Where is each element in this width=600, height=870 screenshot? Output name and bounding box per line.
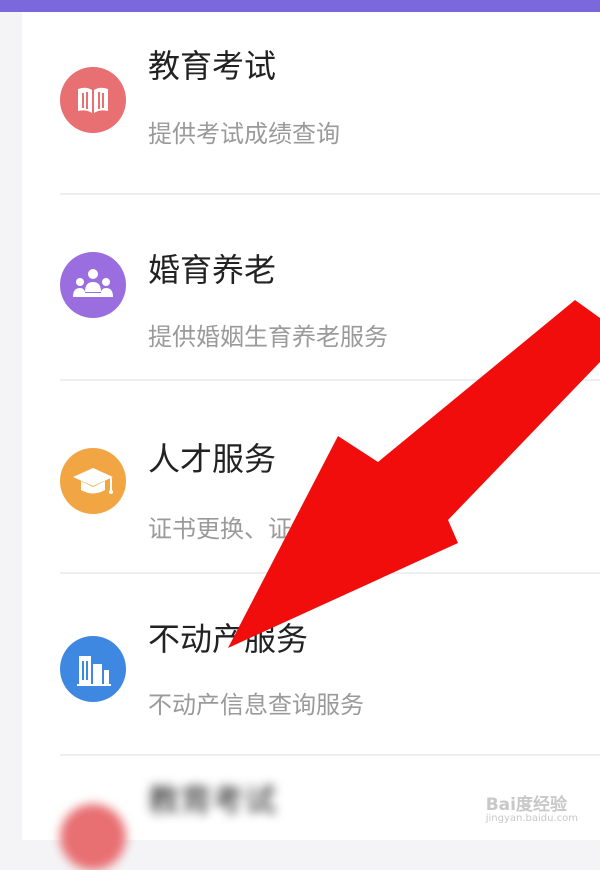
service-list: 教育考试 提供考试成绩查询 婚育养老 提供婚姻生育养老服务 人才服务 证书更换、… <box>22 12 600 870</box>
service-title: 人才服务 <box>148 440 277 478</box>
service-title: 教育考试 <box>148 781 277 819</box>
service-item-real-estate[interactable]: 不动产服务 不动产信息查询服务 <box>22 574 600 756</box>
top-header-bar <box>0 0 600 12</box>
service-item-marriage-elderly[interactable]: 婚育养老 提供婚姻生育养老服务 <box>22 195 600 381</box>
graduation-cap-icon <box>60 448 126 514</box>
watermark-url: jingyan.baidu.com <box>485 813 578 824</box>
service-item-education-exam[interactable]: 教育考试 提供考试成绩查询 <box>22 12 600 195</box>
service-title: 婚育养老 <box>148 251 277 289</box>
service-description: 提供婚姻生育养老服务 <box>148 323 388 351</box>
service-item-talent[interactable]: 人才服务 证书更换、证 <box>22 381 600 574</box>
family-icon <box>60 252 126 318</box>
building-icon <box>60 636 126 702</box>
service-description: 不动产信息查询服务 <box>148 691 364 719</box>
watermark-brand: Bai度经验 <box>485 795 567 815</box>
service-title: 教育考试 <box>148 47 277 85</box>
book-icon <box>60 67 126 133</box>
service-description: 证书更换、证 <box>148 515 292 543</box>
service-description: 提供考试成绩查询 <box>148 120 340 148</box>
book-icon <box>60 804 126 870</box>
service-title: 不动产服务 <box>148 620 309 658</box>
baidu-jingyan-watermark: Bai度经验 jingyan.baidu.com <box>486 790 578 824</box>
